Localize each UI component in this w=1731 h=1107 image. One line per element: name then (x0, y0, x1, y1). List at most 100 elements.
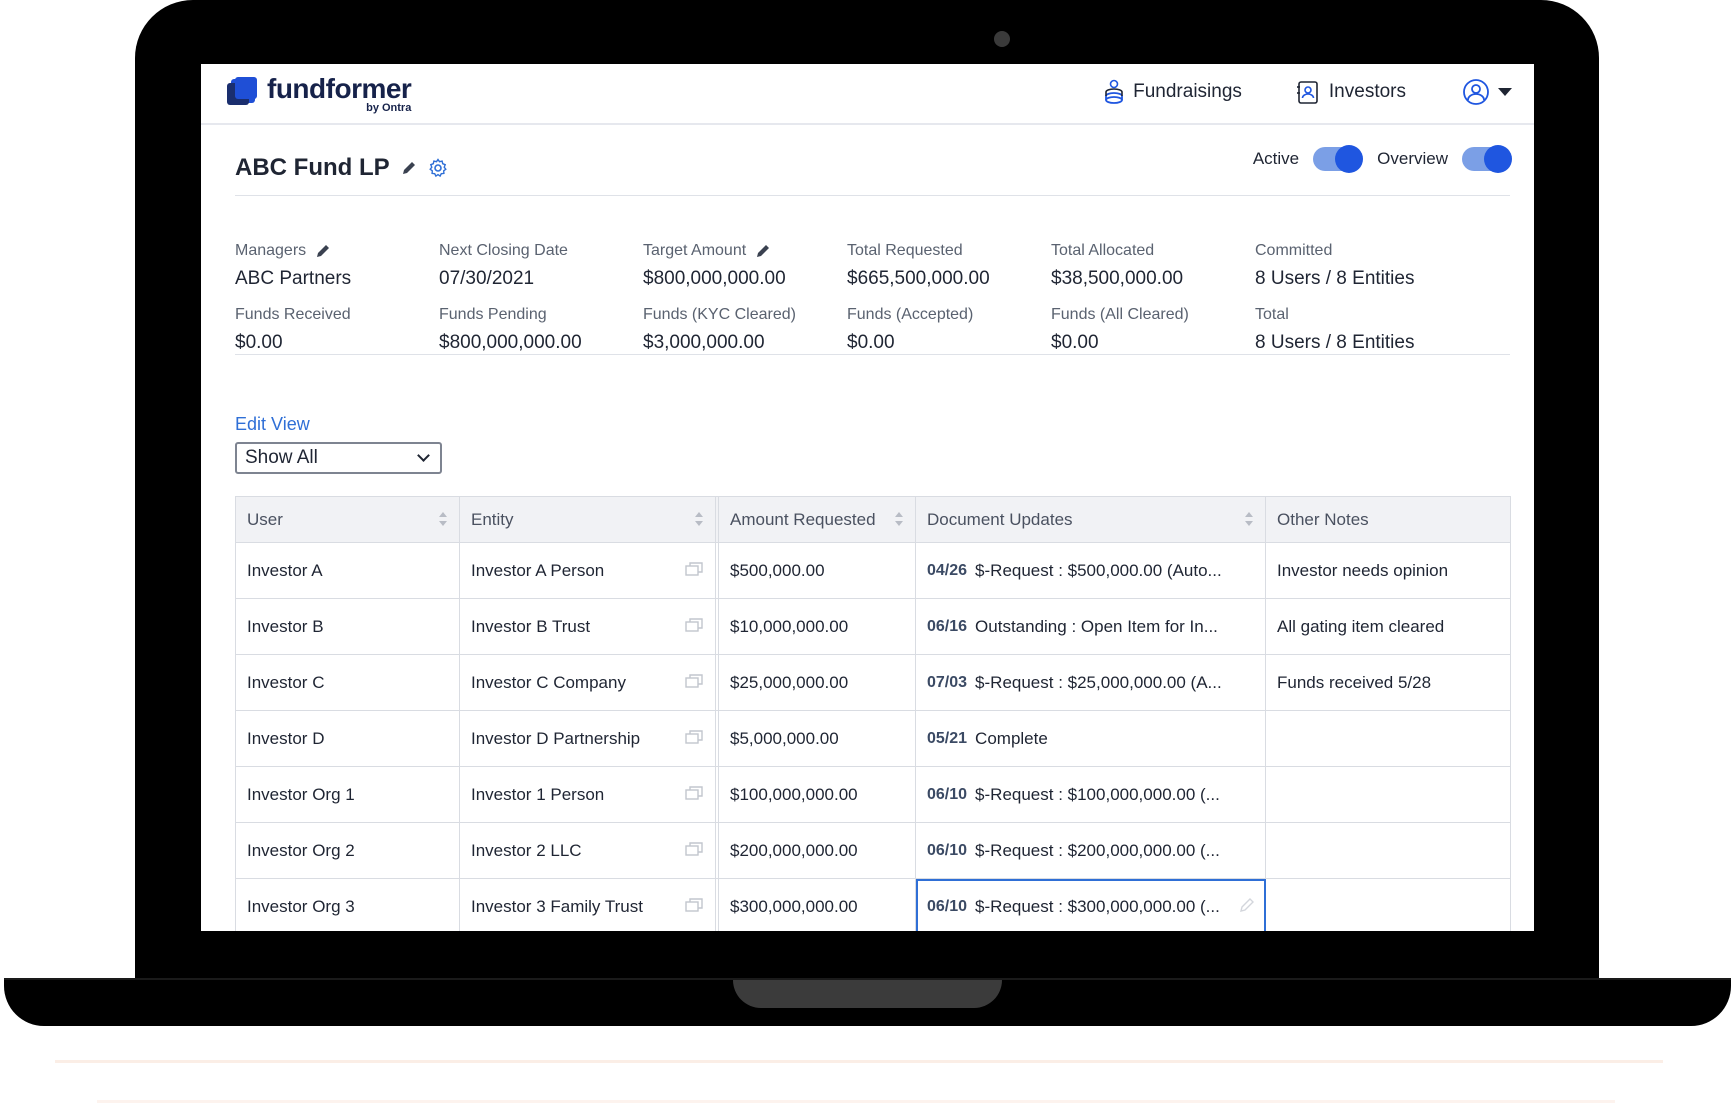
stat-label-text: Funds (KYC Cleared) (643, 306, 796, 323)
cell-entity[interactable]: Investor 2 LLC (460, 823, 719, 878)
profile-menu[interactable] (1462, 78, 1512, 106)
column-header-entity[interactable]: Entity (460, 497, 719, 542)
stat-value: $800,000,000.00 (439, 332, 582, 353)
open-window-icon[interactable] (685, 898, 703, 912)
cell-document-update[interactable]: 06/10 $-Request : $100,000,000.00 (... (916, 767, 1266, 822)
cell-entity[interactable]: Investor B Trust (460, 599, 719, 654)
cell-entity[interactable]: Investor D Partnership (460, 711, 719, 766)
edit-pencil-icon[interactable] (402, 161, 416, 175)
logo-wordmark: fundformer (267, 73, 412, 104)
cell-amount-text: $25,000,000.00 (730, 672, 849, 692)
cell-notes[interactable]: Investor needs opinion (1266, 543, 1510, 598)
cell-amount[interactable]: $300,000,000.00 (719, 879, 916, 931)
cell-user[interactable]: Investor Org 3 (236, 879, 460, 931)
cell-user[interactable]: Investor Org 2 (236, 823, 460, 878)
cell-user[interactable]: Investor B (236, 599, 460, 654)
stat-label: Funds (Accepted) (847, 306, 1051, 324)
table-row[interactable]: Investor C Investor C Company $25,000,000.… (236, 655, 1510, 711)
stat-label: Total Allocated (1051, 242, 1255, 260)
nav-investors[interactable]: Investors (1296, 79, 1406, 105)
stat-value: $0.00 (235, 332, 283, 353)
cell-notes[interactable] (1266, 823, 1510, 878)
table-row[interactable]: Investor A Investor A Person $500,000.00 04… (236, 543, 1510, 599)
cell-amount[interactable]: $5,000,000.00 (719, 711, 916, 766)
table-row[interactable]: Investor Org 1 Investor 1 Person $100,000,… (236, 767, 1510, 823)
table-row[interactable]: Investor Org 2 Investor 2 LLC $200,000,000… (236, 823, 1510, 879)
column-header-notes[interactable]: Other Notes (1266, 497, 1510, 542)
cell-notes[interactable]: Funds received 5/28 (1266, 655, 1510, 710)
cell-entity[interactable]: Investor A Person (460, 543, 719, 598)
open-window-icon[interactable] (685, 786, 703, 800)
cell-document-update[interactable]: 05/21 Complete (916, 711, 1266, 766)
cell-notes[interactable]: All gating item cleared (1266, 599, 1510, 654)
cell-user[interactable]: Investor D (236, 711, 460, 766)
open-window-icon[interactable] (685, 842, 703, 856)
cell-amount[interactable]: $200,000,000.00 (719, 823, 916, 878)
stat-cell: Funds (KYC Cleared) $3,000,000.00 (643, 306, 847, 354)
stat-label-text: Funds Pending (439, 306, 547, 323)
cell-amount-text: $10,000,000.00 (730, 616, 849, 636)
edit-pencil-icon[interactable] (756, 244, 770, 258)
table-row[interactable]: Investor D Investor D Partnership $5,000,0… (236, 711, 1510, 767)
laptop-shadow-lower (97, 1100, 1615, 1103)
cell-entity[interactable]: Investor 3 Family Trust (460, 879, 719, 931)
top-navbar: fundformer by Ontra Fundraisings Investo… (201, 64, 1534, 125)
laptop-shadow (55, 1060, 1663, 1063)
cell-entity[interactable]: Investor 1 Person (460, 767, 719, 822)
cell-document-update[interactable]: 07/03 $-Request : $25,000,000.00 (A... (916, 655, 1266, 710)
table-row[interactable]: Investor Org 3 Investor 3 Family Trust $30… (236, 879, 1510, 931)
open-window-icon[interactable] (685, 674, 703, 688)
document-date: 05/21 (927, 729, 968, 747)
cell-amount[interactable]: $100,000,000.00 (719, 767, 916, 822)
cell-notes[interactable] (1266, 879, 1510, 931)
stat-cell: Total 8 Users / 8 Entities (1255, 306, 1459, 354)
app-logo[interactable]: fundformer by Ontra (227, 73, 412, 114)
cell-notes[interactable] (1266, 767, 1510, 822)
cell-user[interactable]: Investor C (236, 655, 460, 710)
cell-amount[interactable]: $25,000,000.00 (719, 655, 916, 710)
stat-label-text: Total Requested (847, 242, 963, 259)
nav-fundraisings[interactable]: Fundraisings (1104, 79, 1242, 105)
fund-toggles: Active Overview (1253, 145, 1512, 173)
view-select[interactable]: Show All (235, 442, 442, 474)
cell-user-text: Investor Org 3 (247, 896, 355, 916)
gear-icon[interactable] (428, 158, 448, 178)
edit-pencil-icon[interactable] (316, 244, 330, 258)
table-row[interactable]: Investor B Investor B Trust $10,000,000.00… (236, 599, 1510, 655)
stat-cell: Total Allocated $38,500,000.00 (1051, 242, 1255, 290)
cell-amount[interactable]: $500,000.00 (719, 543, 916, 598)
cell-user[interactable]: Investor Org 1 (236, 767, 460, 822)
open-window-icon[interactable] (685, 562, 703, 576)
sort-icon[interactable] (439, 512, 447, 528)
stat-label-text: Committed (1255, 242, 1333, 259)
stat-value: $38,500,000.00 (1051, 268, 1184, 289)
header-divider (235, 195, 1510, 196)
sort-icon[interactable] (1245, 512, 1253, 528)
cell-document-update[interactable]: 06/10 $-Request : $200,000,000.00 (... (916, 823, 1266, 878)
stat-value: 8 Users / 8 Entities (1255, 268, 1415, 289)
sort-icon[interactable] (895, 512, 903, 528)
edit-view-link[interactable]: Edit View (235, 414, 310, 435)
overview-toggle[interactable] (1462, 145, 1512, 173)
document-status: $-Request : $25,000,000.00 (A... (975, 672, 1222, 692)
table-body: Investor A Investor A Person $500,000.00 04… (236, 543, 1510, 931)
stat-label: Funds Received (235, 306, 439, 324)
column-header-user[interactable]: User (236, 497, 460, 542)
sort-icon[interactable] (695, 512, 703, 528)
cell-document-update[interactable]: 04/26 $-Request : $500,000.00 (Auto... (916, 543, 1266, 598)
cell-document-update[interactable]: 06/10 $-Request : $300,000,000.00 (... (916, 879, 1266, 931)
document-date: 06/16 (927, 617, 968, 635)
cell-document-update[interactable]: 06/16 Outstanding : Open Item for In... (916, 599, 1266, 654)
cell-notes[interactable] (1266, 711, 1510, 766)
cell-user[interactable]: Investor A (236, 543, 460, 598)
open-window-icon[interactable] (685, 618, 703, 632)
active-toggle[interactable] (1313, 145, 1364, 173)
column-header-documents[interactable]: Document Updates (916, 497, 1266, 542)
edit-pencil-icon[interactable] (1239, 897, 1255, 913)
cell-amount[interactable]: $10,000,000.00 (719, 599, 916, 654)
open-window-icon[interactable] (685, 730, 703, 744)
column-header-amount[interactable]: Amount Requested (719, 497, 916, 542)
stat-cell: Committed 8 Users / 8 Entities (1255, 242, 1459, 290)
cell-amount-text: $300,000,000.00 (730, 896, 858, 916)
cell-entity[interactable]: Investor C Company (460, 655, 719, 710)
